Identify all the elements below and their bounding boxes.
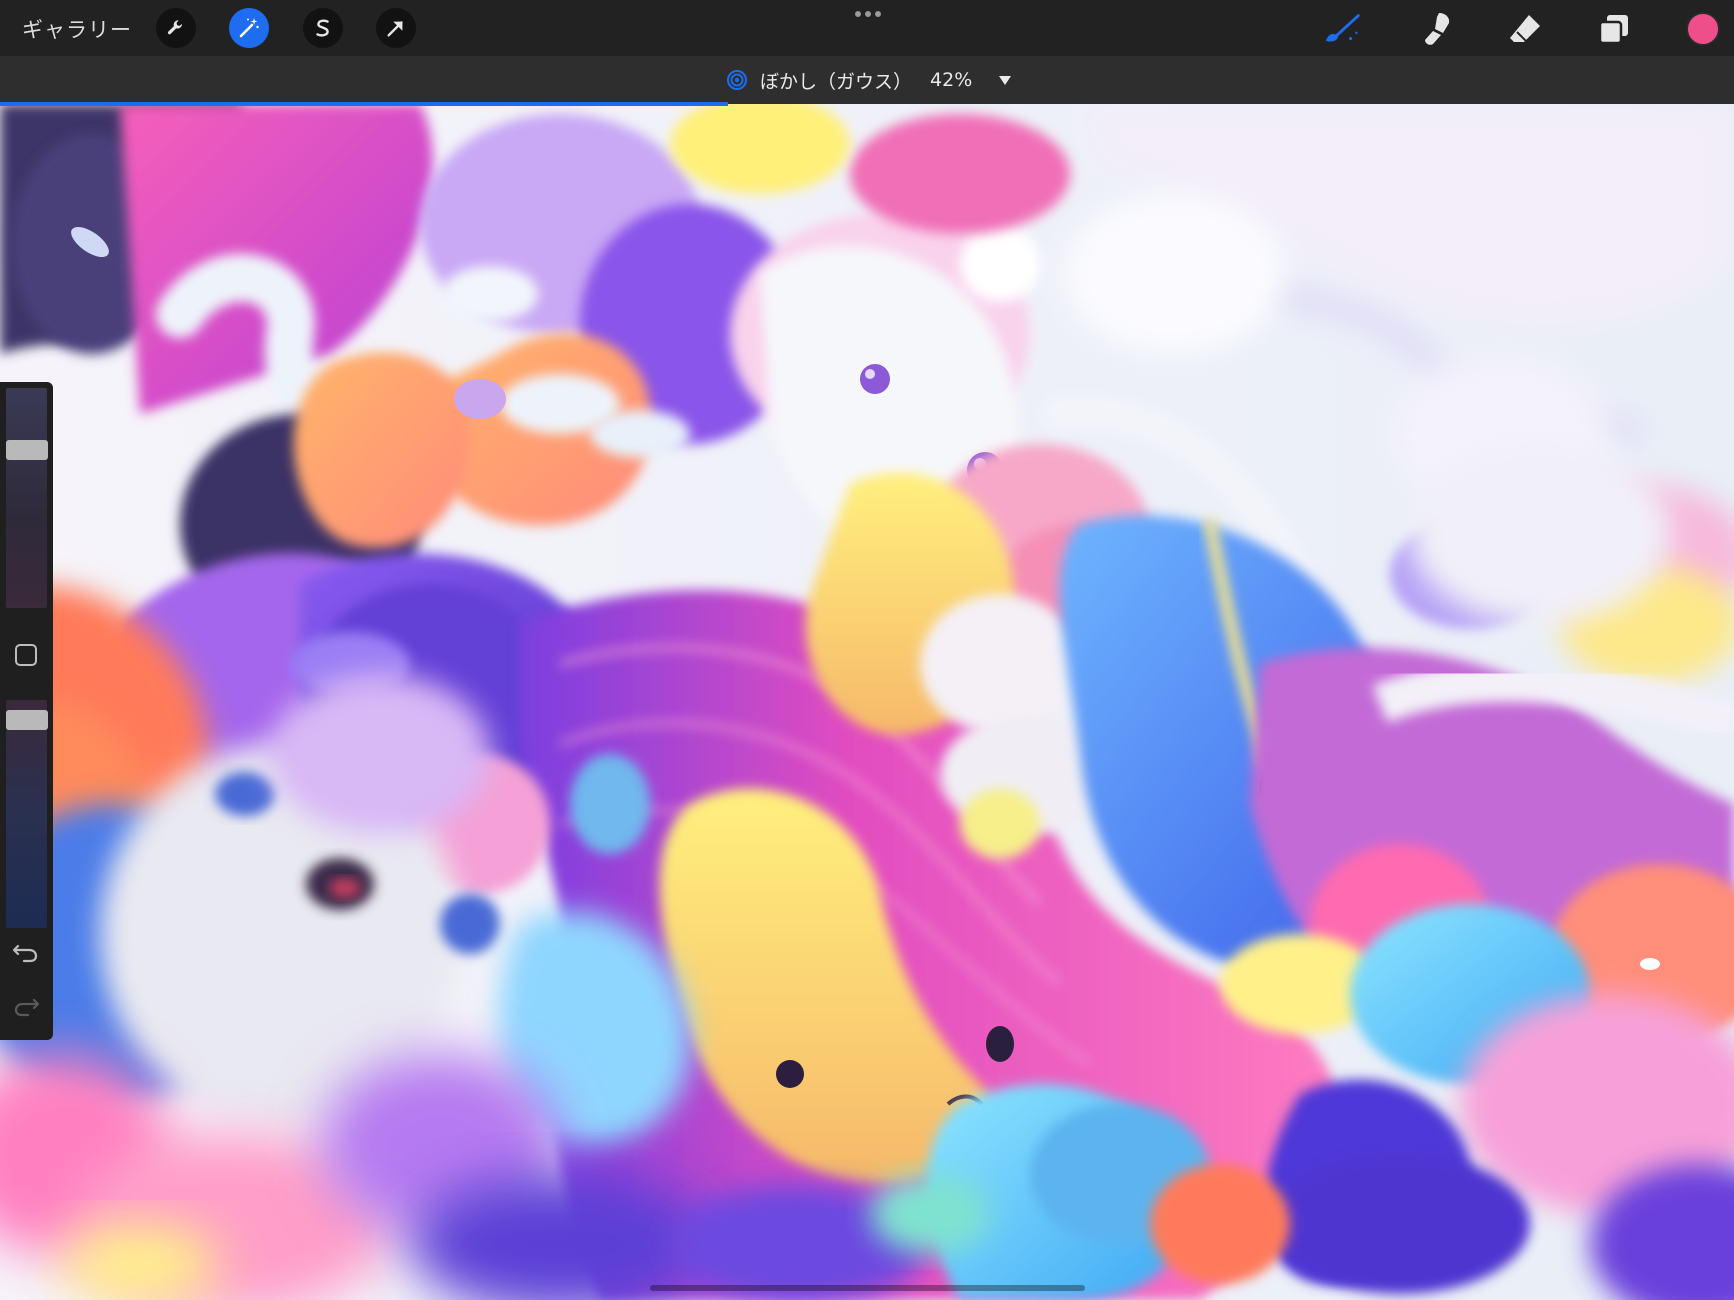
undo-icon[interactable]	[12, 938, 40, 964]
gaussian-blur-icon	[727, 70, 747, 90]
brush-size-handle[interactable]	[6, 440, 48, 460]
opacity-handle[interactable]	[6, 710, 48, 731]
smudge-icon	[1425, 13, 1450, 45]
paint-button[interactable]	[1322, 8, 1364, 50]
left-sidebar	[0, 382, 53, 1040]
actions-button[interactable]	[156, 8, 196, 48]
more-options-icon[interactable]	[853, 6, 883, 22]
layers-icon	[1598, 15, 1628, 45]
gallery-button[interactable]: ギャラリー	[22, 14, 132, 44]
eraser-icon	[1510, 15, 1540, 43]
eraser-button[interactable]	[1504, 8, 1546, 50]
selection-button[interactable]	[303, 8, 343, 48]
brush-size-slider[interactable]	[6, 388, 47, 608]
smudge-button[interactable]	[1415, 8, 1457, 50]
redo-icon[interactable]	[12, 992, 40, 1018]
drawing-canvas[interactable]	[0, 104, 1734, 1300]
transform-arrow-icon	[387, 21, 403, 37]
top-toolbar: ギャラリー	[0, 0, 1734, 56]
filter-value: 42%	[930, 69, 973, 91]
canvas-artwork	[0, 104, 1734, 1300]
filter-name: ぼかし（ガウス）	[760, 70, 913, 93]
square-icon[interactable]	[15, 644, 37, 666]
transform-button[interactable]	[376, 8, 416, 48]
home-indicator[interactable]	[650, 1285, 1085, 1291]
filter-strength-fill	[0, 102, 729, 106]
selection-s-icon	[316, 19, 329, 37]
adjustments-button[interactable]	[229, 8, 269, 48]
layers-button[interactable]	[1593, 8, 1635, 50]
color-picker-button[interactable]	[1686, 12, 1720, 46]
magic-wand-icon	[239, 18, 259, 38]
wrench-icon	[167, 20, 183, 35]
caret-down-icon[interactable]	[998, 74, 1012, 86]
opacity-slider[interactable]	[6, 700, 47, 928]
brush-icon	[1325, 14, 1360, 42]
filter-control[interactable]: ぼかし（ガウス） 42%	[726, 66, 1012, 94]
filter-bar: ぼかし（ガウス） 42%	[0, 56, 1734, 104]
filter-strength-bar[interactable]	[0, 102, 1734, 106]
